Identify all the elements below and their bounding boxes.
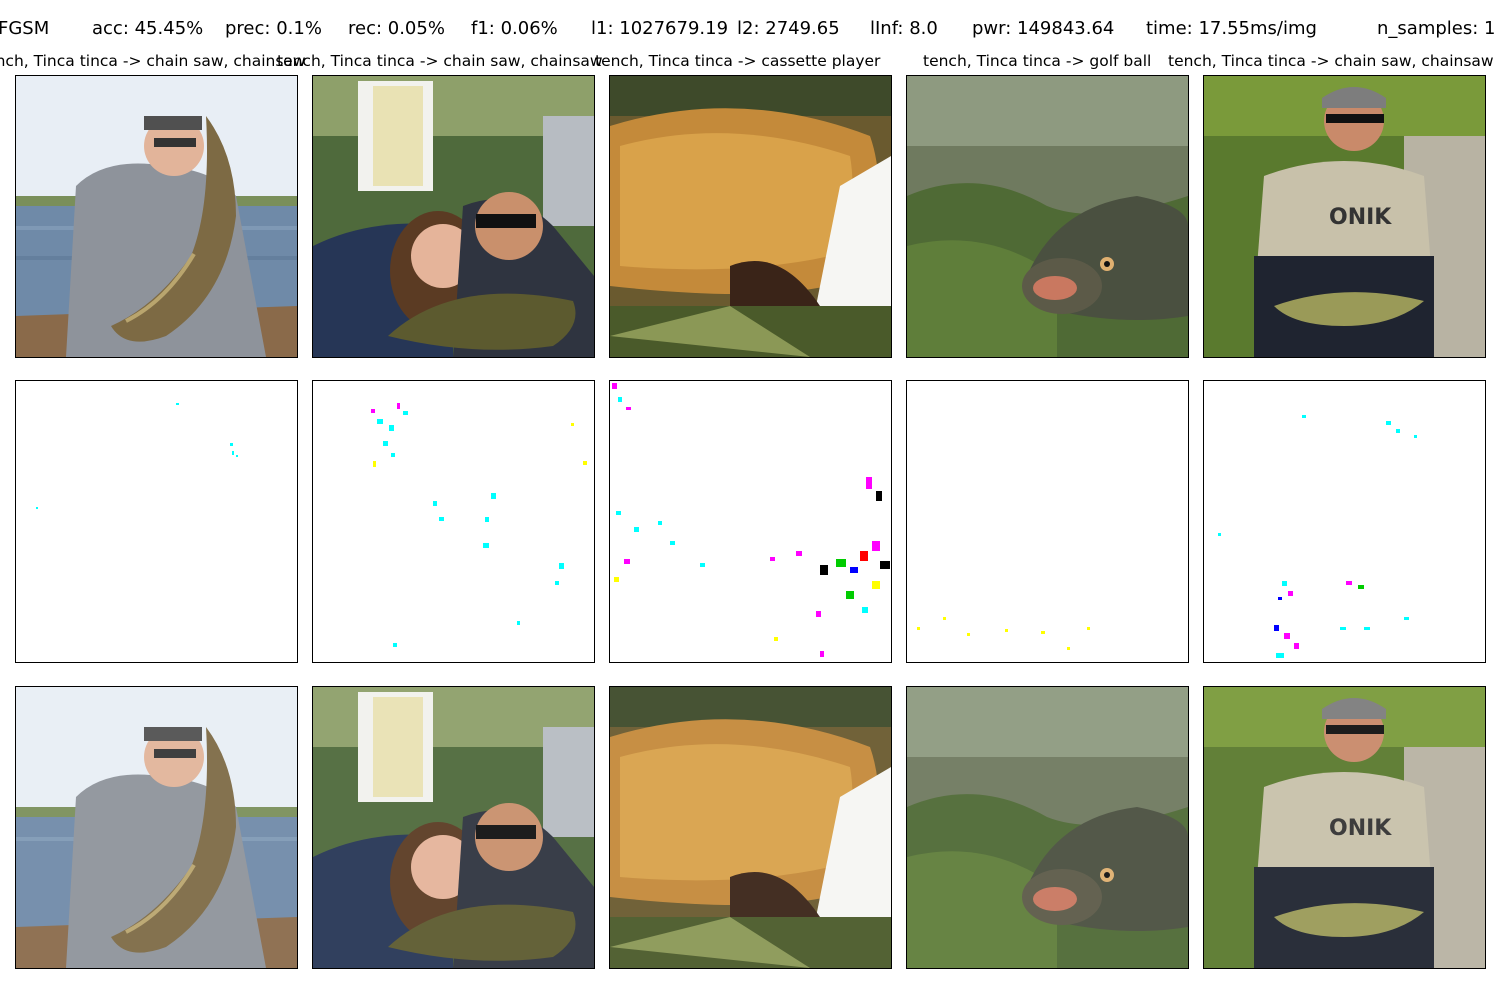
f1-stat: f1: 0.06% — [471, 18, 558, 39]
perturbation-dots-3 — [612, 383, 890, 657]
original-image-3 — [609, 75, 892, 358]
power-stat: pwr: 149843.64 — [972, 18, 1115, 39]
original-image-5: ONIK — [1203, 75, 1486, 358]
perturbation-map-4 — [906, 380, 1189, 663]
svg-text:ONIK: ONIK — [1329, 205, 1392, 230]
samples-stat: n_samples: 1 — [1377, 18, 1496, 39]
underwater-tench-adversarial — [907, 687, 1188, 968]
pike-angler-adversarial — [16, 687, 297, 968]
capped-angler-photo: ONIK — [1204, 76, 1485, 357]
column-label-1: tench, Tinca tinca -> chain saw, chainsa… — [0, 52, 306, 70]
accuracy-stat: acc: 45.45% — [92, 18, 204, 39]
perturbation-dots-2 — [371, 403, 587, 647]
adversarial-image-5: ONIK — [1203, 686, 1486, 969]
column-label-2: tench, Tinca tinca -> chain saw, chainsa… — [277, 52, 603, 70]
column-label-5: tench, Tinca tinca -> chain saw, chainsa… — [1168, 52, 1494, 70]
adversarial-image-4 — [906, 686, 1189, 969]
girl-and-man-adversarial — [313, 687, 594, 968]
column-label-3: tench, Tinca tinca -> cassette player — [595, 52, 881, 70]
underwater-tench-photo — [907, 76, 1188, 357]
adversarial-image-1 — [15, 686, 298, 969]
girl-and-man-photo — [313, 76, 594, 357]
column-labels: tench, Tinca tinca -> chain saw, chainsa… — [0, 50, 1500, 72]
perturbation-dots-4 — [917, 617, 1090, 650]
perturbation-map-2 — [312, 380, 595, 663]
perturbation-map-3 — [609, 380, 892, 663]
adversarial-image-3 — [609, 686, 892, 969]
method-name: FGSM — [0, 18, 50, 39]
original-image-2 — [312, 75, 595, 358]
capped-angler-adversarial: ONIK — [1204, 687, 1485, 968]
linf-stat: lInf: 8.0 — [870, 18, 938, 39]
golden-tench-adversarial — [610, 687, 891, 968]
perturbation-map-5 — [1203, 380, 1486, 663]
golden-tench-photo — [610, 76, 891, 357]
original-image-4 — [906, 75, 1189, 358]
stats-header: FGSM acc: 45.45% prec: 0.1% rec: 0.05% f… — [0, 16, 1500, 42]
l1-stat: l1: 1027679.19 — [591, 18, 729, 39]
adversarial-image-2 — [312, 686, 595, 969]
precision-stat: prec: 0.1% — [225, 18, 322, 39]
time-stat: time: 17.55ms/img — [1146, 18, 1317, 39]
perturbation-dots-1 — [36, 403, 238, 509]
perturbation-map-1 — [15, 380, 298, 663]
pike-angler-photo — [16, 76, 297, 357]
l2-stat: l2: 2749.65 — [737, 18, 840, 39]
perturbation-dots-5 — [1218, 415, 1417, 658]
recall-stat: rec: 0.05% — [348, 18, 445, 39]
original-image-1 — [15, 75, 298, 358]
column-label-4: tench, Tinca tinca -> golf ball — [923, 52, 1152, 70]
